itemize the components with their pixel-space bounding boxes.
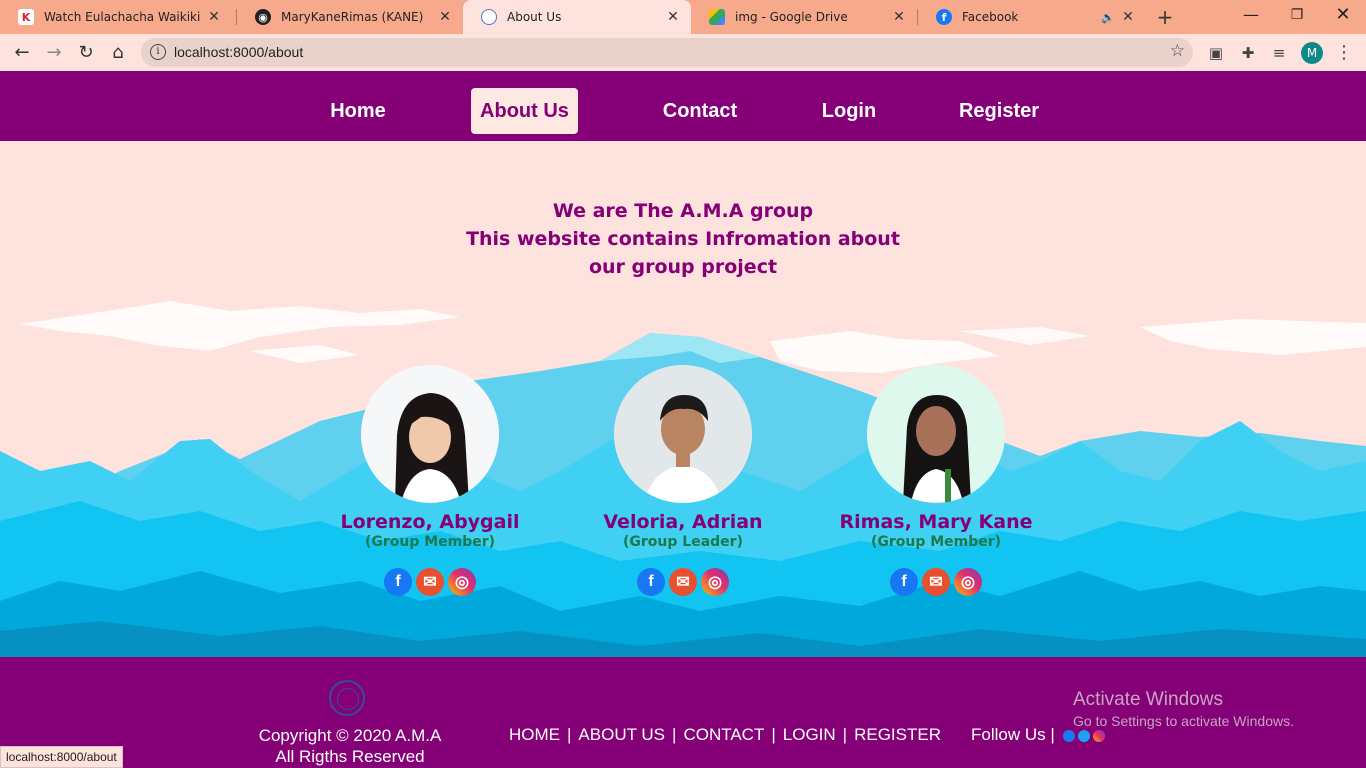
intro-text: We are The A.M.A group This website cont…: [383, 197, 983, 281]
facebook-icon[interactable]: f: [637, 568, 665, 596]
close-icon[interactable]: ✕: [435, 9, 455, 25]
divider: |: [771, 725, 776, 744]
tab-title: Facebook: [962, 10, 1019, 24]
member-role: (Group Member): [870, 534, 1002, 550]
copyright-line: Copyright © 2020 A.M.A: [258, 726, 442, 745]
tab-google-drive[interactable]: img - Google Drive ✕: [691, 0, 917, 34]
profile-avatar[interactable]: M: [1301, 42, 1323, 64]
member-photo: [614, 365, 752, 503]
nav-login[interactable]: Login: [812, 88, 886, 134]
browser-tab-strip: K Watch Eulachacha Waikiki 2 (20 ✕ ◉ Mar…: [0, 0, 1366, 34]
media-queue-icon[interactable]: ≡: [1268, 42, 1290, 64]
footer-links: HOME | ABOUT US | CONTACT | LOGIN | REGISTER: [509, 725, 941, 745]
new-tab-button[interactable]: +: [1152, 4, 1178, 30]
tab-title: img - Google Drive: [735, 10, 848, 24]
tab-github[interactable]: ◉ MaryKaneRimas (KANE) ✕: [237, 0, 463, 34]
mail-icon[interactable]: ✉: [669, 568, 697, 596]
copyright-line: All Rigths Reserved: [275, 747, 425, 766]
intro-line: This website contains Infromation about: [466, 228, 900, 250]
instagram-icon[interactable]: ◎: [954, 568, 982, 596]
facebook-icon[interactable]: f: [384, 568, 412, 596]
home-icon[interactable]: ⌂: [105, 40, 131, 66]
footer-link-home[interactable]: HOME: [509, 725, 560, 744]
intro-line: We are The A.M.A group: [552, 200, 814, 222]
member-socials: f ✉ ◎: [563, 568, 803, 596]
globe-icon: [481, 9, 497, 25]
window-close-button[interactable]: ✕: [1320, 0, 1366, 34]
url-text[interactable]: localhost:8000/about: [174, 44, 303, 60]
copyright: Copyright © 2020 A.M.A All Rigths Reserv…: [240, 725, 460, 767]
member-socials: f ✉ ◎: [310, 568, 550, 596]
bookmark-star-icon[interactable]: ☆: [1170, 41, 1185, 61]
extension-camera-icon[interactable]: ▣: [1205, 42, 1227, 64]
member-card-lorenzo: Lorenzo, Abygail (Group Member) f ✉ ◎: [310, 365, 550, 596]
intro-line: our group project: [588, 256, 778, 278]
member-card-rimas: Rimas, Mary Kane (Group Member) f ✉ ◎: [816, 365, 1056, 596]
k-icon: K: [18, 9, 34, 25]
nav-contact[interactable]: Contact: [652, 88, 748, 134]
member-name: Veloria, Adrian: [603, 511, 763, 533]
member-role: (Group Leader): [623, 534, 743, 550]
site-footer: Copyright © 2020 A.M.A All Rigths Reserv…: [0, 657, 1366, 768]
tab-watch-eulachacha[interactable]: K Watch Eulachacha Waikiki 2 (20 ✕: [0, 0, 232, 34]
address-bar[interactable]: i localhost:8000/about ☆: [141, 38, 1193, 67]
tab-title: Watch Eulachacha Waikiki 2 (20: [44, 10, 204, 24]
drive-icon: [709, 9, 725, 25]
github-icon: ◉: [255, 9, 271, 25]
footer-link-contact[interactable]: CONTACT: [683, 725, 764, 744]
tab-about-us[interactable]: About Us ✕: [463, 0, 691, 34]
nav-register[interactable]: Register: [950, 88, 1048, 134]
tab-title: About Us: [507, 10, 562, 24]
facebook-icon[interactable]: [1062, 729, 1075, 742]
member-card-veloria: Veloria, Adrian (Group Leader) f ✉ ◎: [563, 365, 803, 596]
tab-title: MaryKaneRimas (KANE): [281, 10, 424, 24]
ama-logo: [329, 680, 365, 716]
facebook-icon[interactable]: f: [890, 568, 918, 596]
watermark-subtitle: Go to Settings to activate Windows.: [1073, 713, 1294, 729]
reload-icon[interactable]: ↻: [73, 40, 99, 66]
member-photo: [361, 365, 499, 503]
member-name: Rimas, Mary Kane: [839, 511, 1033, 533]
member-socials: f ✉ ◎: [816, 568, 1056, 596]
tab-facebook[interactable]: f Facebook 🔈 ✕: [918, 0, 1146, 34]
back-arrow-icon[interactable]: ←: [9, 40, 35, 66]
twitter-icon[interactable]: [1077, 729, 1090, 742]
restore-button[interactable]: ❐: [1274, 0, 1320, 34]
footer-link-register[interactable]: REGISTER: [854, 725, 941, 744]
forward-arrow-icon[interactable]: →: [41, 40, 67, 66]
speaker-icon[interactable]: 🔈: [1100, 11, 1116, 24]
divider: |: [842, 725, 848, 744]
watermark-title: Activate Windows: [1073, 689, 1223, 710]
puzzle-extensions-icon[interactable]: ✚: [1237, 42, 1259, 64]
close-icon[interactable]: ✕: [1118, 9, 1138, 25]
nav-home[interactable]: Home: [318, 88, 398, 134]
footer-link-login[interactable]: LOGIN: [783, 725, 836, 744]
instagram-icon[interactable]: ◎: [448, 568, 476, 596]
nav-about-us[interactable]: About Us: [471, 88, 578, 134]
divider: |: [672, 725, 677, 744]
footer-link-about[interactable]: ABOUT US: [578, 725, 665, 744]
instagram-icon[interactable]: ◎: [701, 568, 729, 596]
instagram-icon[interactable]: [1092, 729, 1105, 742]
close-icon[interactable]: ✕: [889, 9, 909, 25]
info-icon[interactable]: i: [150, 44, 166, 60]
mail-icon[interactable]: ✉: [922, 568, 950, 596]
status-url-bubble: localhost:8000/about: [0, 746, 123, 768]
close-icon[interactable]: ✕: [663, 9, 683, 25]
member-role: (Group Member): [364, 534, 496, 550]
about-hero: We are The A.M.A group This website cont…: [0, 141, 1366, 657]
site-navbar: Home About Us Contact Login Register: [0, 71, 1366, 141]
browser-toolbar: ← → ↻ ⌂ i localhost:8000/about ☆ ▣ ✚ ≡ M…: [0, 34, 1366, 71]
member-photo: [867, 365, 1005, 503]
member-name: Lorenzo, Abygail: [340, 511, 520, 533]
activate-windows-watermark: Activate Windows Go to Settings to activ…: [1073, 689, 1294, 729]
follow-label: Follow Us |: [971, 725, 1055, 744]
kebab-menu-icon[interactable]: ⋮: [1333, 42, 1355, 64]
close-icon[interactable]: ✕: [204, 9, 224, 25]
facebook-icon: f: [936, 9, 952, 25]
mail-icon[interactable]: ✉: [416, 568, 444, 596]
minimize-button[interactable]: —: [1228, 0, 1274, 34]
divider: |: [567, 725, 572, 744]
